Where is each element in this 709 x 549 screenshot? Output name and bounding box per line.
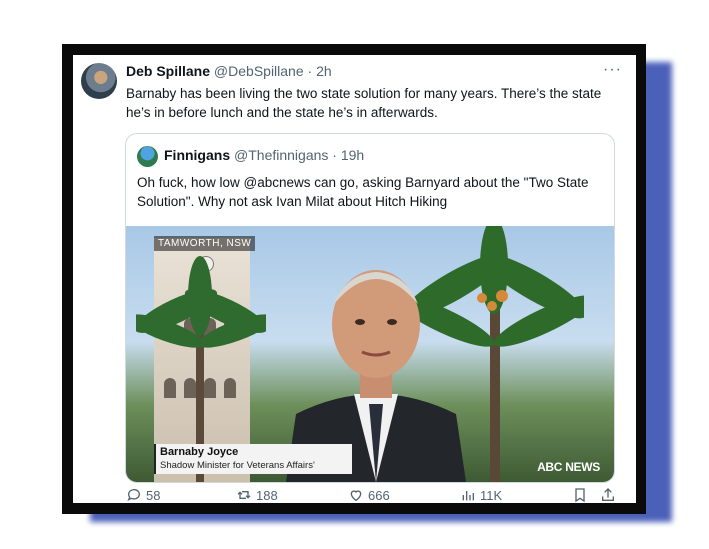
tweet-text: Barnaby has been living the two state so… (126, 86, 602, 120)
reply-button[interactable]: 58 (126, 487, 160, 503)
author-avatar[interactable] (81, 63, 117, 99)
views-count: 11K (480, 487, 503, 503)
retweet-count: 188 (256, 487, 278, 503)
bookmark-icon (575, 488, 585, 503)
quoted-author-handle[interactable]: @Thefinnigans (234, 147, 328, 163)
quoted-author-name[interactable]: Finnigans (164, 147, 230, 163)
more-options-icon[interactable]: ··· (603, 61, 622, 79)
reply-count: 58 (146, 487, 161, 503)
lower-third-title: Shadow Minister for Veterans Affairs' (160, 460, 315, 471)
location-caption: TAMWORTH, NSW (154, 236, 256, 251)
quoted-tweet[interactable]: Finnigans @Thefinnigans · 19h Oh fuck, h… (125, 133, 615, 483)
author-name[interactable]: Deb Spillane (126, 63, 210, 79)
quoted-tweet-time[interactable]: · 19h (332, 147, 364, 163)
retweet-icon (237, 491, 251, 499)
tweet-header: Deb Spillane @DebSpillane · 2h (126, 63, 332, 79)
like-button[interactable]: 666 (348, 487, 390, 503)
tweet-card[interactable]: Deb Spillane @DebSpillane · 2h ··· Barna… (73, 55, 636, 503)
bookmark-button[interactable] (572, 487, 588, 503)
abc-news-logo: ABC NEWS (537, 460, 600, 474)
quoted-author-avatar[interactable] (137, 146, 158, 167)
author-handle[interactable]: @DebSpillane (214, 63, 304, 79)
retweet-button[interactable]: 188 (236, 487, 278, 503)
views-button[interactable]: 11K (460, 487, 502, 503)
video-thumbnail[interactable]: TAMWORTH, NSW Barnaby Joyce Shadow Minis… (126, 226, 614, 482)
lower-third-name: Barnaby Joyce (160, 446, 239, 458)
tweet-time[interactable]: · 2h (308, 63, 332, 79)
share-button[interactable] (600, 487, 616, 503)
like-count: 666 (368, 487, 390, 503)
views-chart-icon (462, 491, 474, 501)
tweet-actions-bar: 58 188 666 11K (126, 487, 626, 503)
lower-third-caption: Barnaby Joyce Shadow Minister for Vetera… (154, 444, 352, 474)
heart-icon (350, 490, 362, 502)
quoted-tweet-header: Finnigans @Thefinnigans · 19h (164, 147, 364, 163)
share-icon (602, 488, 614, 501)
reply-icon (127, 489, 140, 502)
quoted-tweet-text: Oh fuck, how low @abcnews can go, asking… (137, 175, 589, 209)
